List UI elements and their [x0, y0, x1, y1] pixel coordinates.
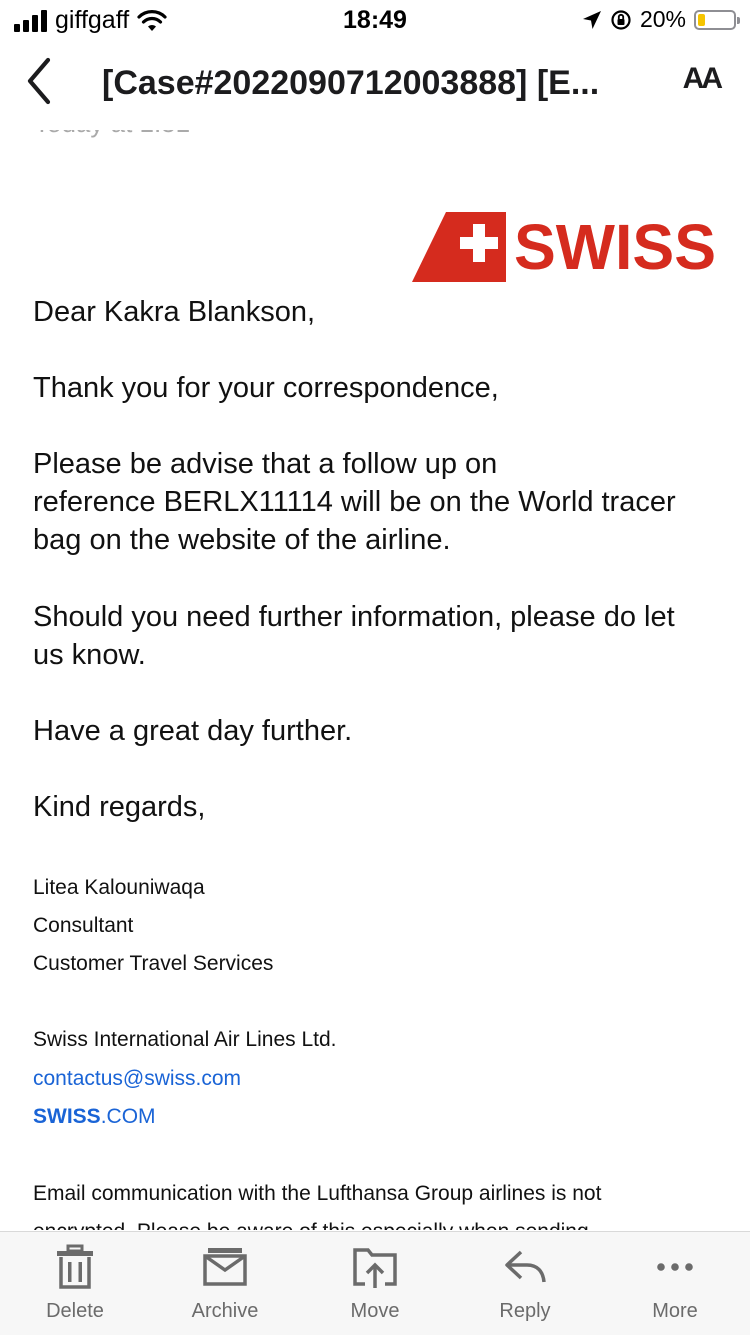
- delete-button[interactable]: Delete: [20, 1244, 130, 1323]
- back-button[interactable]: [20, 54, 70, 110]
- email-body[interactable]: Today at 1:51 SWISS Dear Kakra Blankson,…: [0, 100, 750, 1230]
- signature-name: Litea Kalouniwaqa: [33, 876, 205, 899]
- orientation-lock-icon: [611, 9, 631, 30]
- email-paragraph-3-line-1: Should you need further information, ple…: [33, 601, 675, 633]
- signature-role: Consultant: [33, 914, 134, 937]
- email-paragraph-2-line-3: bag on the website of the airline.: [33, 524, 451, 556]
- email-greeting: Dear Kakra Blankson,: [33, 296, 316, 328]
- disclaimer-line-2: encrypted. Please be aware of this espec…: [33, 1213, 723, 1230]
- swiss-website-link[interactable]: SWISS.COM: [33, 1098, 723, 1136]
- email-paragraph-3-line-2: us know.: [33, 639, 146, 671]
- email-paragraph-4: Have a great day further.: [33, 715, 353, 747]
- move-folder-icon: [353, 1248, 397, 1288]
- email-paragraph-2-line-2: reference BERLX11114 will be on the Worl…: [33, 486, 676, 518]
- status-right: 20%: [582, 6, 740, 33]
- archive-label: Archive: [191, 1300, 259, 1322]
- bottom-toolbar: Delete Archive Move Reply More: [0, 1231, 750, 1335]
- email-closing: Kind regards,: [33, 791, 206, 823]
- swiss-logo-text: SWISS: [514, 211, 716, 283]
- signature-department: Customer Travel Services: [33, 952, 274, 975]
- more-icon: [657, 1263, 693, 1271]
- battery-percent: 20%: [639, 6, 686, 32]
- location-arrow-icon: [582, 10, 601, 29]
- swiss-logo: SWISS: [412, 211, 716, 283]
- trash-icon: [57, 1244, 93, 1289]
- swiss-website-link-bold: SWISS: [33, 1105, 101, 1128]
- battery-icon: [694, 9, 740, 30]
- email-paragraph-2-line-1: Please be advise that a follow up on: [33, 448, 498, 480]
- disclaimer-line-1: Email communication with the Lufthansa G…: [33, 1182, 602, 1205]
- email-paragraph-1: Thank you for your correspondence,: [33, 372, 499, 404]
- delete-label: Delete: [46, 1300, 104, 1322]
- reply-icon: [505, 1250, 546, 1283]
- reply-button[interactable]: Reply: [470, 1244, 580, 1323]
- battery-level: [698, 13, 705, 26]
- reply-label: Reply: [499, 1300, 551, 1322]
- email-subject-title: [Case#2022090712003888] [E...: [102, 64, 600, 102]
- more-button[interactable]: More: [620, 1244, 730, 1323]
- more-label: More: [652, 1300, 698, 1322]
- signature-company: Swiss International Air Lines Ltd.: [33, 1028, 337, 1051]
- font-size-button[interactable]: AA: [682, 62, 723, 96]
- contact-email-link[interactable]: contactus@swiss.com: [33, 1060, 723, 1098]
- swiss-website-link-rest: .COM: [100, 1105, 156, 1128]
- archive-button[interactable]: Archive: [170, 1244, 280, 1323]
- archive-icon: [203, 1248, 247, 1286]
- chevron-left-icon: [27, 57, 51, 105]
- move-label: Move: [350, 1300, 400, 1322]
- nav-bar: [Case#2022090712003888] [E... AA: [0, 40, 750, 130]
- move-button[interactable]: Move: [320, 1244, 430, 1323]
- status-bar: giffgaff 18:49 20%: [0, 0, 750, 40]
- font-size-label: AA: [682, 62, 723, 95]
